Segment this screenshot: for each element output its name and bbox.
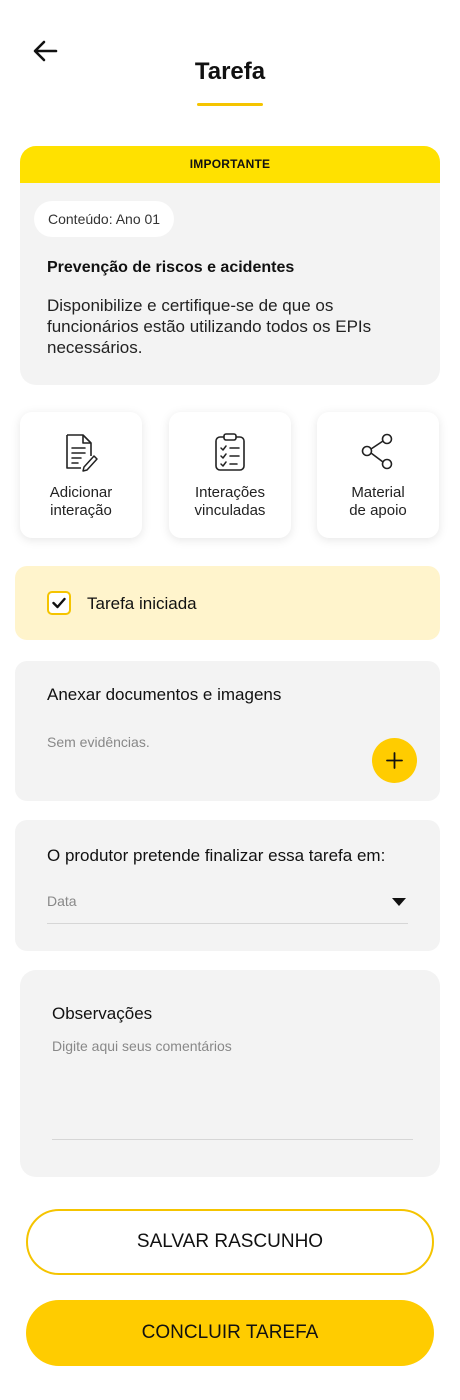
attachments-section: Anexar documentos e imagens Sem evidênci… (15, 661, 440, 801)
date-placeholder: Data (47, 893, 77, 909)
support-material-button[interactable]: Material de apoio (317, 412, 439, 538)
importance-banner: IMPORTANTE (20, 146, 440, 183)
finish-date-question: O produtor pretende finalizar essa taref… (47, 846, 386, 865)
observations-section: Observações (20, 970, 440, 1177)
add-interaction-button[interactable]: Adicionar interação (20, 412, 142, 538)
action-label: Interações vinculadas (194, 484, 266, 519)
add-attachment-button[interactable] (372, 738, 417, 783)
action-label: Adicionar interação (49, 484, 113, 519)
finish-task-button[interactable]: CONCLUIR TAREFA (26, 1300, 434, 1366)
task-started-checkbox[interactable] (47, 591, 71, 615)
content-chip: Conteúdo: Ano 01 (34, 201, 175, 237)
task-started-label: Tarefa iniciada (87, 594, 197, 613)
finish-date-select[interactable]: Data (47, 886, 408, 924)
task-card: IMPORTANTE Conteúdo: Ano 01 Prevenção de… (20, 146, 440, 385)
action-label: Material de apoio (349, 484, 407, 519)
task-started-row: Tarefa iniciada (15, 566, 440, 640)
clipboard-checklist-icon (215, 433, 245, 471)
linked-interactions-button[interactable]: Interações vinculadas (169, 412, 291, 538)
save-draft-button[interactable]: SALVAR RASCUNHO (26, 1209, 434, 1275)
caret-down-icon (392, 898, 406, 906)
attachments-title: Anexar documentos e imagens (47, 685, 282, 704)
observations-input[interactable] (52, 1038, 413, 1140)
page-title: Tarefa (194, 58, 266, 85)
share-icon (361, 433, 393, 470)
attachments-empty-text: Sem evidências. (47, 734, 150, 750)
check-icon (52, 597, 66, 609)
observations-title: Observações (52, 1004, 153, 1023)
task-description: Disponibilize e certifique-se de que os … (47, 296, 372, 357)
header: Tarefa (0, 0, 460, 120)
plus-icon (386, 752, 403, 769)
finish-date-section: O produtor pretende finalizar essa taref… (15, 820, 440, 951)
task-subject: Prevenção de riscos e acidentes (47, 259, 295, 276)
title-underline (197, 103, 263, 106)
document-edit-icon (66, 434, 98, 472)
action-row: Adicionar interação Interações vinculada… (20, 412, 440, 538)
